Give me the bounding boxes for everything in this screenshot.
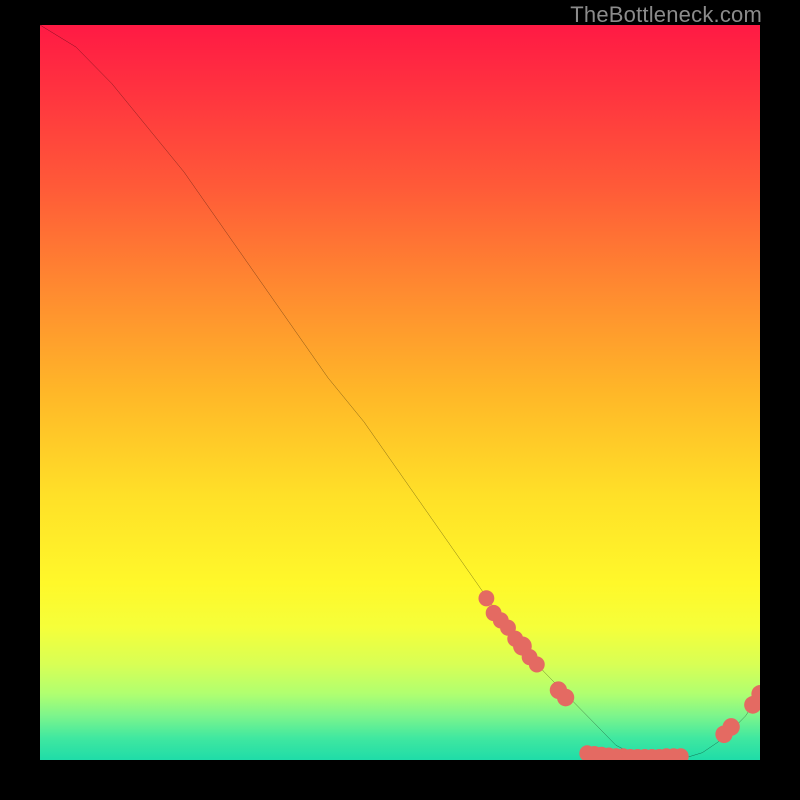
chart-frame: TheBottleneck.com [0,0,800,800]
plot-area [40,25,760,760]
marker-group [478,590,760,760]
data-marker [723,718,740,736]
data-marker [529,656,545,672]
data-marker [557,689,574,707]
marker-layer [40,25,760,760]
data-marker [478,590,494,606]
